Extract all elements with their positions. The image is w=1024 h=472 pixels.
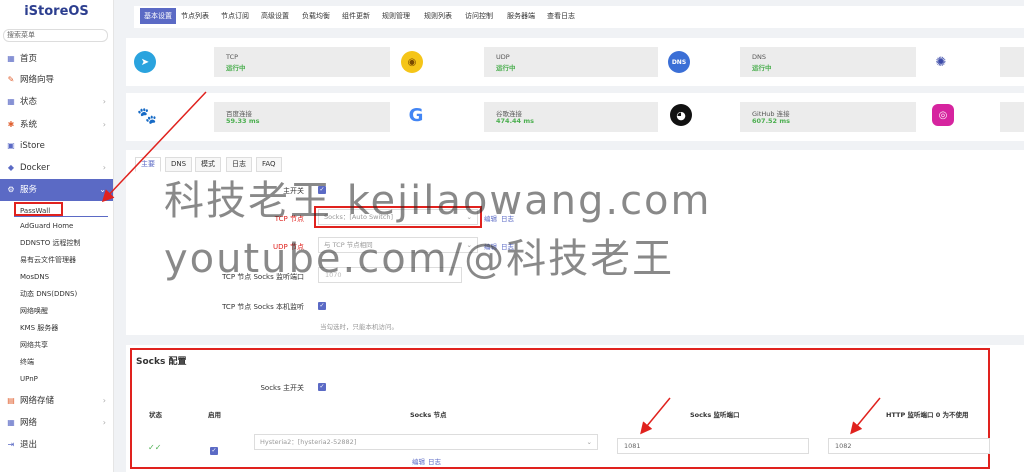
top-tab-bar: 基本设置 节点列表 节点订阅 高级设置 负载均衡 组件更新 规则管理 规则列表 … [134, 6, 1024, 28]
socks-local-label: TCP 节点 Socks 本机监听 [222, 303, 304, 311]
tab-view-log[interactable]: 查看日志 [547, 11, 575, 21]
store-icon: ▣ [7, 141, 15, 150]
google-icon: G [405, 104, 427, 126]
subtab-main[interactable]: 主要 [135, 157, 161, 172]
sidebar-subitem-upnp[interactable]: UPnP [20, 372, 38, 386]
chevron-right-icon: › [102, 97, 106, 106]
github-latency-tile: GitHub 连接 607.52 ms [740, 102, 916, 132]
socks-local-hint: 当勾选时，只能本机访问。 [320, 323, 398, 331]
sidebar-item-logout[interactable]: ⇥ 退出 [0, 434, 113, 456]
sidebar: iStoreOS 搜索菜单 ▦ 首页 ✎ 网络向导 ▦ 状态 › ✱ 系统 › ▣ iStor… [0, 0, 114, 472]
sidebar-item-docker[interactable]: ◆ Docker › [0, 157, 113, 179]
tab-access-control[interactable]: 访问控制 [465, 11, 493, 21]
watermark-line-1: 科技老王 kejilaowang.com [164, 178, 712, 224]
sidebar-item-network[interactable]: ▦ 网络 › [0, 412, 113, 434]
tab-load-balance[interactable]: 负载均衡 [302, 11, 330, 21]
extra-tile-2 [1000, 102, 1024, 132]
row-edit-link[interactable]: 编辑 [412, 456, 425, 466]
col-socks-node: Socks 节点 [410, 411, 447, 419]
col-http-port: HTTP 监听端口 0 为不使用 [886, 411, 969, 419]
dns-status-tile: DNS 运行中 [740, 47, 916, 77]
menu-search-input[interactable]: 搜索菜单 [3, 29, 108, 42]
sidebar-subitem-terminal[interactable]: 终端 [20, 355, 34, 369]
sidebar-subitem-wol[interactable]: 网络唤醒 [20, 304, 48, 318]
home-icon: ▦ [7, 54, 15, 63]
chevron-right-icon: › [102, 418, 106, 427]
socks-main-switch-checkbox[interactable]: ✓ [318, 383, 326, 391]
watermark-line-2: youtube.com/@科技老王 [164, 236, 675, 282]
tcp-status-tile: TCP 运行中 [214, 47, 390, 77]
app-logo: iStoreOS [24, 4, 89, 19]
chevron-down-icon: ⌄ [586, 438, 592, 446]
sidebar-subitem-linkease[interactable]: 易有云文件管理器 [20, 253, 76, 267]
tab-server[interactable]: 服务器端 [507, 11, 535, 21]
tab-basic-settings[interactable]: 基本设置 [140, 8, 176, 24]
logout-icon: ⇥ [7, 440, 15, 449]
status-icon: ▦ [7, 97, 15, 106]
gear-icon: ✱ [7, 120, 15, 129]
status-row-1: ➤ TCP 运行中 ◉ UDP 运行中 DNS DNS 运行中 ✺ [126, 38, 1024, 86]
col-enable: 启用 [208, 411, 221, 419]
telegram-icon: ➤ [134, 51, 156, 73]
udp-status-tile: UDP 运行中 [484, 47, 658, 77]
sidebar-subitem-adguard[interactable]: AdGuard Home [20, 219, 73, 233]
google-latency-tile: 谷歌连接 474.44 ms [484, 102, 658, 132]
active-underline [14, 216, 108, 217]
row-http-port-input[interactable]: 1082 [828, 438, 990, 454]
socks-config-title: Socks 配置 [136, 357, 187, 367]
tab-rule-list[interactable]: 规则列表 [424, 11, 452, 21]
network-globe-icon: ✺ [930, 51, 952, 73]
status-row-2: 🐾 百度连接 59.33 ms G 谷歌连接 474.44 ms ◕ GitHub … [126, 93, 1024, 141]
row-log-link[interactable]: 日志 [428, 456, 441, 466]
sidebar-item-istore[interactable]: ▣ iStore [0, 135, 113, 157]
sidebar-subitem-ddnsto[interactable]: DDNSTO 远程控制 [20, 236, 80, 250]
col-socks-port: Socks 监听端口 [690, 411, 740, 419]
sidebar-subitem-share[interactable]: 网络共享 [20, 338, 48, 352]
row-status: ✓✓ [148, 443, 162, 452]
baidu-latency-tile: 百度连接 59.33 ms [214, 102, 390, 132]
service-icon: ⚙ [7, 185, 15, 194]
row-socks-port-input[interactable]: 1081 [617, 438, 809, 454]
tab-node-subscribe[interactable]: 节点订阅 [221, 11, 249, 21]
github-icon: ◕ [670, 104, 692, 126]
row-enable-checkbox[interactable]: ✓ [210, 447, 218, 455]
instagram-icon: ◎ [932, 104, 954, 126]
sidebar-item-home[interactable]: ▦ 首页 [0, 48, 113, 70]
sidebar-item-status[interactable]: ▦ 状态 › [0, 91, 113, 113]
docker-icon: ◆ [7, 163, 15, 172]
socks-main-switch-label: Socks 主开关 [260, 384, 304, 392]
chevron-down-icon: ⌄ [99, 185, 106, 194]
tab-component-update[interactable]: 组件更新 [342, 11, 370, 21]
sidebar-subitem-kms[interactable]: KMS 服务器 [20, 321, 58, 335]
extra-tile [1000, 47, 1024, 77]
sidebar-item-services[interactable]: ⚙ 服务 ⌄ [0, 179, 113, 201]
tab-advanced[interactable]: 高级设置 [261, 11, 289, 21]
sidebar-item-system[interactable]: ✱ 系统 › [0, 114, 113, 136]
tab-node-list[interactable]: 节点列表 [181, 11, 209, 21]
baidu-icon: 🐾 [136, 104, 158, 126]
sidebar-subitem-ddns[interactable]: 动态 DNS(DDNS) [20, 287, 77, 301]
dns-icon: DNS [668, 51, 690, 73]
socks-local-checkbox[interactable]: ✓ [318, 302, 326, 310]
chevron-right-icon: › [102, 120, 106, 129]
tab-rule-manage[interactable]: 规则管理 [382, 11, 410, 21]
sidebar-item-storage[interactable]: ▤ 网络存储 › [0, 390, 113, 412]
network-icon: ▦ [7, 418, 15, 427]
gamepad-icon: ◉ [401, 51, 423, 73]
sidebar-item-wizard[interactable]: ✎ 网络向导 [0, 69, 113, 91]
row-socks-node-select[interactable]: Hysteria2：[hysteria2-52882] ⌄ [254, 434, 598, 450]
col-status: 状态 [149, 411, 162, 419]
sidebar-subitem-passwall[interactable]: PassWall [14, 202, 63, 216]
sidebar-subitem-mosdns[interactable]: MosDNS [20, 270, 49, 284]
chevron-right-icon: › [102, 163, 106, 172]
storage-icon: ▤ [7, 396, 15, 405]
chevron-right-icon: › [102, 396, 106, 405]
wizard-icon: ✎ [7, 75, 15, 84]
